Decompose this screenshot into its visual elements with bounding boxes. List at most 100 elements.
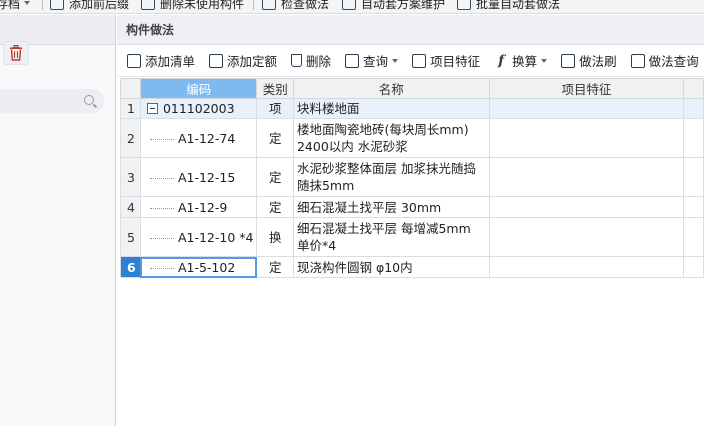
extra-cell	[683, 118, 704, 158]
code-cell[interactable]: A1-12-10 *4	[139, 217, 258, 257]
batch-icon	[457, 0, 471, 10]
query-label: 查询	[363, 54, 389, 69]
feature-cell[interactable]	[488, 157, 685, 197]
feature-cell[interactable]	[488, 118, 685, 158]
code-cell[interactable]: A1-12-74	[139, 118, 258, 158]
feature-cell[interactable]	[488, 256, 685, 278]
name-cell[interactable]: 块料楼地面	[292, 98, 490, 119]
table-row[interactable]: 3 A1-12-15 定 水泥砂浆整体面层 加浆抹光随捣随抹5mm	[120, 157, 704, 197]
top-toolbar: 存档 添加前后缀 删除未使用构件 检查做法 自动套方案维护 批量自动套做法	[0, 0, 704, 14]
name-cell[interactable]: 细石混凝土找平层 每增减5mm 单价*4	[292, 217, 490, 257]
item-feature-label: 项目特征	[430, 54, 481, 69]
row-number: 2	[120, 118, 141, 158]
rownum-header	[120, 78, 141, 99]
type-cell[interactable]: 项	[256, 98, 294, 119]
delete-button[interactable]: 删除	[287, 49, 335, 73]
code-cell[interactable]: 011102003	[139, 98, 258, 119]
code-value: A1-12-10 *4	[177, 229, 254, 245]
add-list-label: 添加清单	[145, 54, 196, 69]
query-icon	[345, 53, 360, 68]
method-brush-button[interactable]: 做法刷	[557, 49, 621, 73]
add-prefix-suffix-label: 添加前后缀	[69, 0, 130, 11]
row-number: 4	[120, 196, 141, 218]
table-row[interactable]: 6 A1-5-102 定 现浇构件圆钢 φ10内	[120, 256, 704, 278]
chevron-down-icon	[392, 58, 399, 63]
column-header-extra	[683, 78, 704, 99]
code-cell[interactable]: A1-5-102	[139, 256, 258, 278]
add-quota-icon	[209, 53, 224, 68]
feature-cell[interactable]	[488, 98, 685, 119]
type-cell[interactable]: 定	[256, 157, 294, 197]
chevron-down-icon	[541, 58, 548, 63]
auto-scheme-button[interactable]: 自动套方案维护	[342, 0, 445, 12]
type-cell[interactable]: 定	[256, 256, 294, 278]
convert-label: 换算	[512, 54, 538, 69]
trash-icon	[291, 54, 303, 67]
name-cell[interactable]: 水泥砂浆整体面层 加浆抹光随捣随抹5mm	[292, 157, 490, 197]
toolbar-divider	[42, 0, 43, 10]
check-icon	[262, 0, 276, 10]
chevron-down-icon	[24, 1, 31, 5]
row-number: 6	[120, 256, 141, 278]
collapse-icon[interactable]	[146, 103, 158, 114]
type-cell[interactable]: 定	[256, 196, 294, 218]
check-method-label: 检查做法	[281, 0, 330, 11]
code-cell[interactable]: A1-12-15	[139, 157, 258, 197]
prefix-icon	[50, 0, 64, 10]
table-row[interactable]: 2 A1-12-74 定 楼地面陶瓷地砖(每块周长mm) 2400以内 水泥砂浆	[120, 118, 704, 158]
save-button[interactable]: 存档	[0, 0, 31, 12]
add-quota-label: 添加定额	[227, 54, 278, 69]
toolbar-divider	[253, 0, 254, 10]
check-method-button[interactable]: 检查做法	[262, 0, 329, 12]
column-header-code[interactable]: 编码	[139, 78, 258, 99]
extra-cell	[683, 98, 704, 119]
extra-cell	[683, 256, 704, 278]
code-value: A1-12-74	[177, 130, 236, 146]
auto-scheme-icon	[342, 0, 356, 10]
delete-label: 删除	[306, 54, 332, 69]
component-search-input[interactable]	[0, 89, 104, 113]
delete-unused-button[interactable]: 删除未使用构件	[141, 0, 244, 12]
method-table: 编码 类别 名称 项目特征 1 011102003 项 块料楼地面 2 A1-1…	[120, 78, 704, 278]
add-list-button[interactable]: 添加清单	[123, 49, 199, 73]
delete-component-button[interactable]	[3, 41, 29, 65]
name-cell[interactable]: 楼地面陶瓷地砖(每块周长mm) 2400以内 水泥砂浆	[292, 118, 490, 158]
feature-cell[interactable]	[488, 217, 685, 257]
table-row[interactable]: 4 A1-12-9 定 细石混凝土找平层 30mm	[120, 196, 704, 218]
method-panel: 构件做法 添加清单 添加定额 删除 查询 项目特征 f 换算 做法刷 做法查询	[117, 15, 704, 426]
name-cell[interactable]: 现浇构件圆钢 φ10内	[292, 256, 490, 278]
fx-icon: f	[498, 52, 505, 69]
add-prefix-suffix-button[interactable]: 添加前后缀	[50, 0, 129, 12]
name-cell[interactable]: 细石混凝土找平层 30mm	[292, 196, 490, 218]
save-label: 存档	[0, 0, 21, 11]
row-number: 3	[120, 157, 141, 197]
type-cell[interactable]: 定	[256, 118, 294, 158]
tree-connector	[149, 138, 174, 140]
table-row[interactable]: 1 011102003 项 块料楼地面	[120, 98, 704, 119]
column-header-feature[interactable]: 项目特征	[488, 78, 685, 99]
item-feature-icon	[412, 53, 427, 68]
table-row[interactable]: 5 A1-12-10 *4 换 细石混凝土找平层 每增减5mm 单价*4	[120, 217, 704, 257]
add-list-icon	[127, 53, 141, 68]
method-query-icon	[630, 53, 645, 68]
batch-auto-method-label: 批量自动套做法	[476, 0, 561, 11]
code-value: A1-12-15	[177, 169, 236, 185]
extra-cell	[683, 196, 704, 218]
type-cell[interactable]: 换	[256, 217, 294, 257]
extra-cell	[683, 217, 704, 257]
table-header-row: 编码 类别 名称 项目特征	[120, 78, 704, 99]
query-button[interactable]: 查询	[341, 49, 402, 73]
row-number: 1	[120, 98, 141, 119]
add-quota-button[interactable]: 添加定额	[205, 49, 281, 73]
column-header-type[interactable]: 类别	[256, 78, 294, 99]
convert-button[interactable]: f 换算	[490, 49, 551, 73]
column-header-name[interactable]: 名称	[292, 78, 490, 99]
code-value: A1-12-9	[177, 199, 228, 215]
item-feature-button[interactable]: 项目特征	[408, 49, 484, 73]
method-query-button[interactable]: 做法查询	[627, 49, 703, 73]
search-icon[interactable]	[84, 95, 94, 105]
batch-auto-method-button[interactable]: 批量自动套做法	[457, 0, 560, 12]
code-cell[interactable]: A1-12-9	[139, 196, 258, 218]
delete-unused-label: 删除未使用构件	[160, 0, 245, 11]
feature-cell[interactable]	[488, 196, 685, 218]
